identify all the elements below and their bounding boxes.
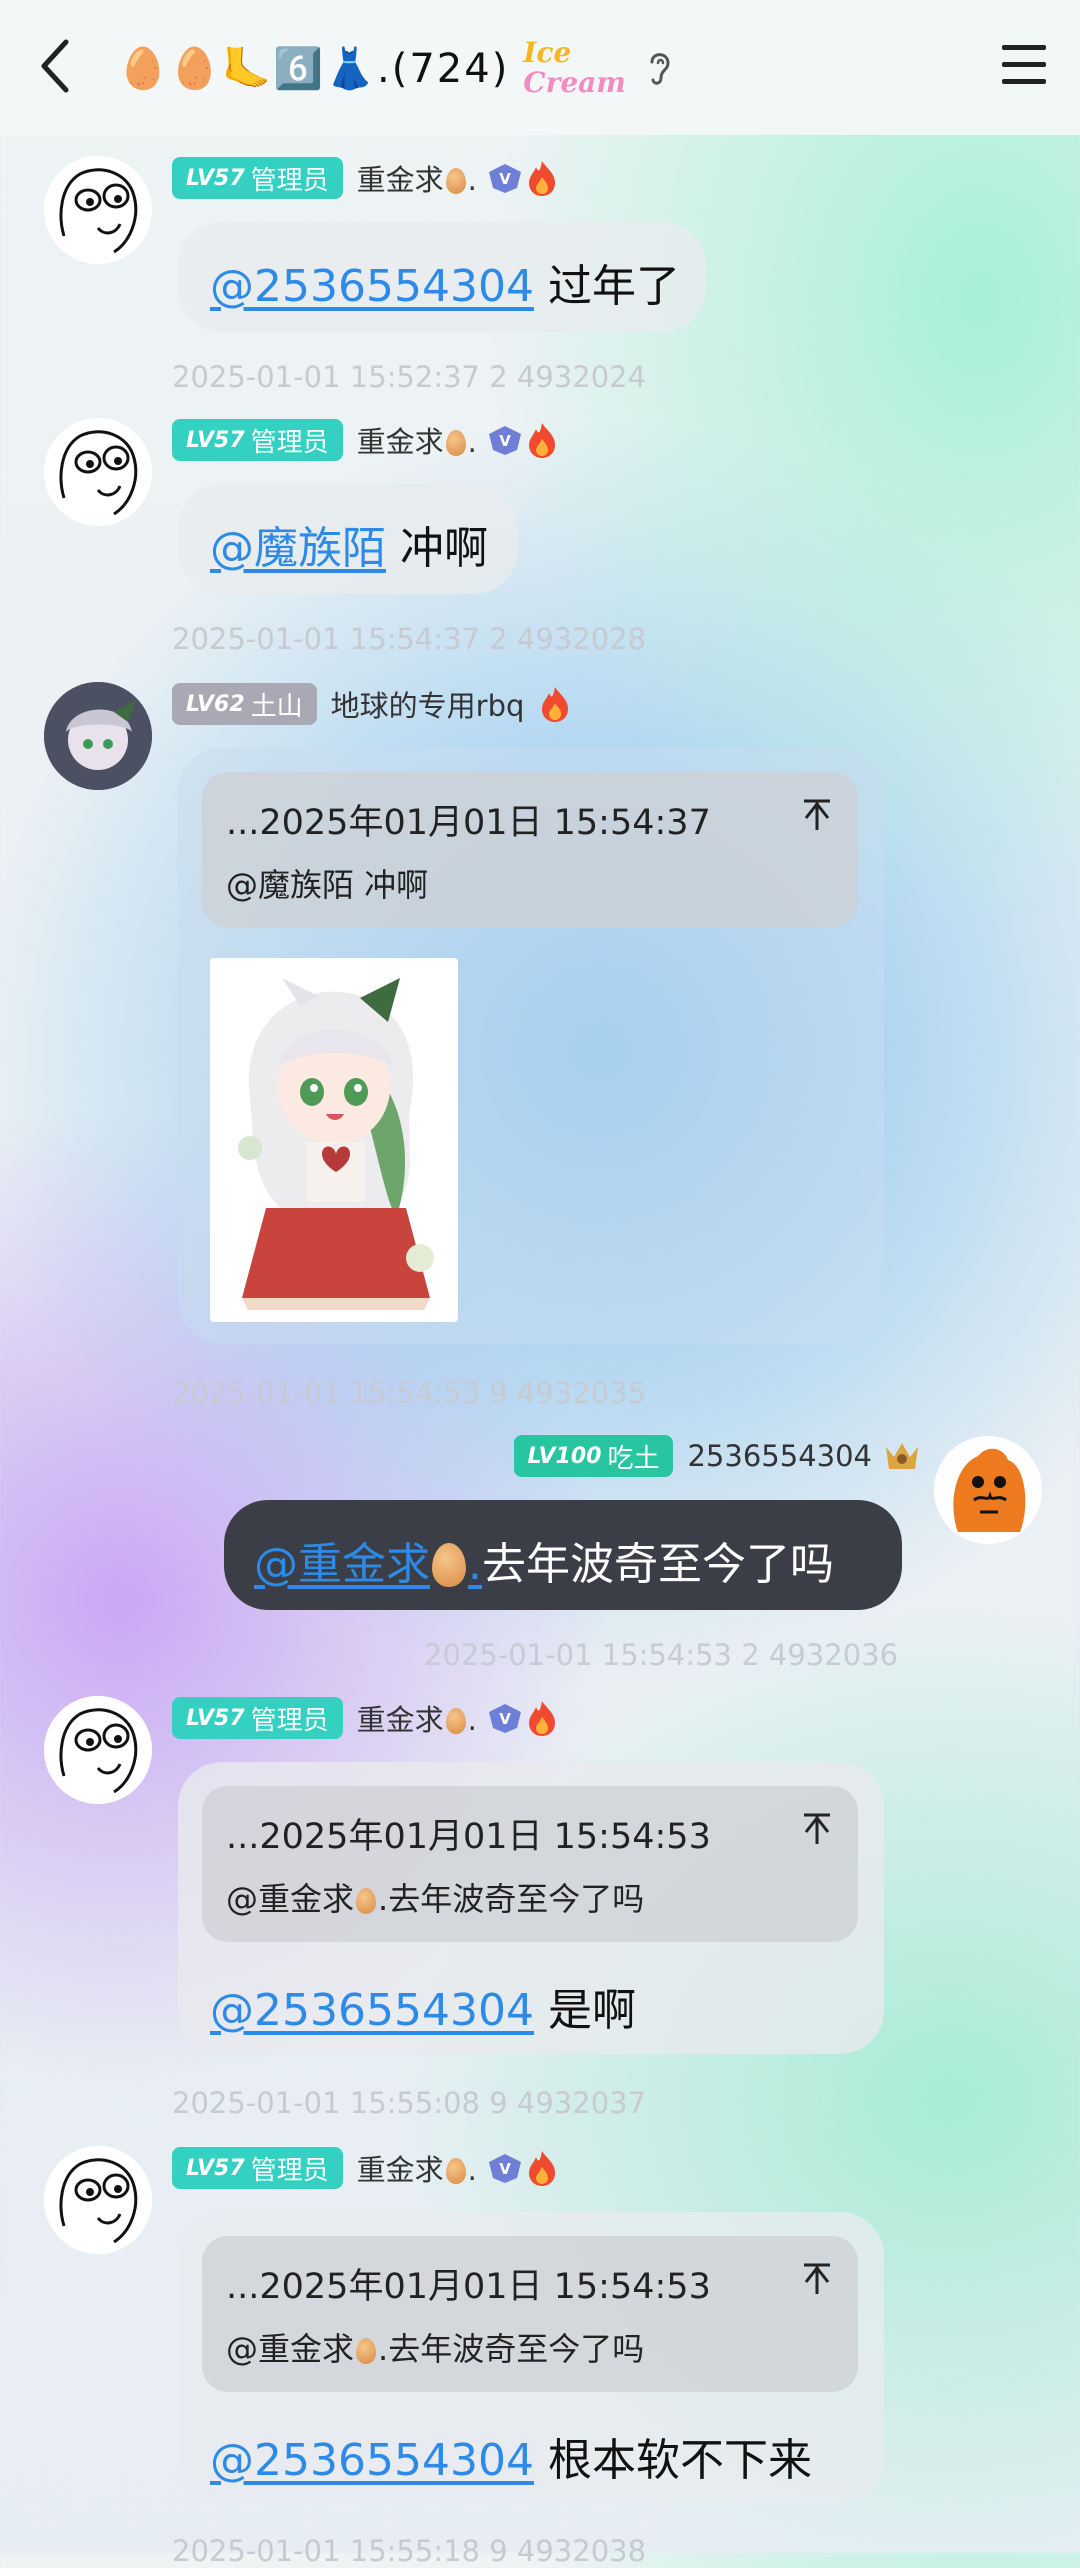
- message-bubble[interactable]: ...2025年01月01日 15:54:53 @重金求 .去年波奇至今了吗 @2…: [178, 2212, 884, 2504]
- quote-header: ...2025年01月01日 15:54:53: [226, 2267, 711, 2307]
- ice-cream-badge: Ice Cream: [523, 36, 626, 99]
- egg-icon: [356, 1888, 377, 1914]
- timestamp: 2025-01-01 15:54:53 9 4932035: [172, 1376, 647, 1410]
- egg-icon: [356, 2338, 377, 2364]
- sender-name[interactable]: 2536554304: [687, 1439, 872, 1473]
- sender-name[interactable]: 重金求.: [357, 157, 477, 199]
- jump-to-top-icon[interactable]: [802, 798, 832, 832]
- fire-icon: [528, 1701, 555, 1736]
- ear-icon: [650, 53, 670, 85]
- sender-info: LV57 管理员 重金求. V: [172, 1696, 559, 1740]
- avatar[interactable]: [44, 2146, 152, 2254]
- verified-v-icon: V: [488, 1704, 521, 1733]
- mention-link[interactable]: @2536554304: [210, 1985, 534, 2036]
- avatar[interactable]: [934, 1436, 1042, 1544]
- quote-body: @魔族陌 冲啊: [226, 866, 429, 904]
- jump-to-top-icon[interactable]: [802, 1812, 832, 1846]
- quote-header: ...2025年01月01日 15:54:37: [226, 803, 711, 843]
- avatar[interactable]: [44, 1696, 152, 1804]
- quote-body: @重金求 .去年波奇至今了吗: [226, 2330, 645, 2368]
- sender-info: LV62 土山 地球的专用rbq: [172, 682, 572, 726]
- group-name: 🥚🥚🦶6️⃣👗.(724): [118, 45, 510, 92]
- quoted-message[interactable]: ...2025年01月01日 15:54:53 @重金求 .去年波奇至今了吗: [202, 1786, 858, 1942]
- anime-avatar-icon: [44, 682, 152, 790]
- sender-name[interactable]: 地球的专用rbq: [331, 683, 525, 725]
- timestamp: 2025-01-01 15:55:08 9 4932037: [172, 2086, 647, 2120]
- avatar[interactable]: [44, 682, 152, 790]
- sender-name[interactable]: 重金求.: [357, 2147, 477, 2189]
- level-badge: LV57 管理员: [172, 1697, 343, 1739]
- fire-icon: [528, 161, 555, 196]
- level-badge: LV57 管理员: [172, 2147, 343, 2189]
- avatar[interactable]: [44, 418, 152, 526]
- svg-text:V: V: [499, 2160, 511, 2178]
- back-arrow-icon[interactable]: [36, 36, 76, 96]
- sender-info: LV57 管理员 重金求. V: [172, 418, 559, 462]
- mention-link[interactable]: @魔族陌: [210, 523, 386, 574]
- verified-v-icon: V: [488, 2154, 521, 2183]
- svg-text:V: V: [499, 1710, 511, 1728]
- level-badge: LV100 吃土: [513, 1435, 674, 1477]
- egg-icon: [445, 1708, 466, 1734]
- meme-face-icon: [44, 156, 152, 264]
- sender-name[interactable]: 重金求.: [357, 1697, 477, 1739]
- message-bubble[interactable]: ...2025年01月01日 15:54:53 @重金求 .去年波奇至今了吗 @2…: [178, 1762, 884, 2054]
- group-title[interactable]: 🥚🥚🦶6️⃣👗.(724) Ice Cream: [118, 38, 674, 98]
- chat-header: 🥚🥚🦶6️⃣👗.(724) Ice Cream: [0, 0, 1080, 135]
- mention-link[interactable]: @2536554304: [210, 261, 534, 312]
- timestamp: 2025-01-01 15:54:53 2 4932036: [424, 1638, 899, 1672]
- quote-body: @重金求 .去年波奇至今了吗: [226, 1880, 645, 1918]
- mention-link[interactable]: @重金求.: [254, 1539, 482, 1590]
- menu-icon[interactable]: [1002, 45, 1046, 85]
- egg-icon: [445, 430, 466, 456]
- image-attachment[interactable]: [210, 958, 458, 1322]
- level-badge: LV57 管理员: [172, 419, 343, 461]
- level-badge: LV62 土山: [172, 683, 317, 725]
- timestamp: 2025-01-01 15:52:37 2 4932024: [172, 360, 647, 394]
- level-badge: LV57 管理员: [172, 157, 343, 199]
- verified-v-icon: V: [488, 164, 521, 193]
- svg-text:V: V: [499, 432, 511, 450]
- fire-icon: [528, 2151, 555, 2186]
- sender-info: LV57 管理员 重金求. V: [172, 156, 559, 200]
- egg-icon: [432, 1543, 466, 1587]
- message-bubble[interactable]: @魔族陌 冲啊: [178, 484, 518, 594]
- avatar[interactable]: [44, 156, 152, 264]
- meme-face-icon: [44, 418, 152, 526]
- verified-v-icon: V: [488, 426, 521, 455]
- quoted-message[interactable]: ...2025年01月01日 15:54:53 @重金求 .去年波奇至今了吗: [202, 2236, 858, 2392]
- mention-link[interactable]: @2536554304: [210, 2435, 534, 2486]
- egg-icon: [445, 168, 466, 194]
- timestamp: 2025-01-01 15:54:37 2 4932028: [172, 622, 647, 656]
- crown-icon: [886, 1443, 918, 1469]
- sender-info: LV57 管理员 重金求. V: [172, 2146, 559, 2190]
- quoted-message[interactable]: ...2025年01月01日 15:54:37 @魔族陌 冲啊: [202, 772, 858, 928]
- anime-girl-image-icon: [210, 958, 458, 1322]
- meme-face-icon: [44, 1696, 152, 1804]
- sender-info: LV100 吃土 2536554304: [513, 1434, 922, 1478]
- fire-icon: [528, 423, 555, 458]
- egg-icon: [445, 2158, 466, 2184]
- sender-name[interactable]: 重金求.: [357, 419, 477, 461]
- timestamp: 2025-01-01 15:55:18 9 4932038: [172, 2534, 647, 2568]
- quote-header: ...2025年01月01日 15:54:53: [226, 1817, 711, 1857]
- jump-to-top-icon[interactable]: [802, 2262, 832, 2296]
- meme-face-icon: [44, 2146, 152, 2254]
- potato-avatar-icon: [934, 1436, 1042, 1544]
- fire-icon: [542, 687, 569, 722]
- message-bubble[interactable]: @重金求 .去年波奇至今了吗: [224, 1500, 902, 1610]
- svg-text:V: V: [499, 170, 511, 188]
- message-bubble[interactable]: @2536554304 过年了: [178, 222, 706, 332]
